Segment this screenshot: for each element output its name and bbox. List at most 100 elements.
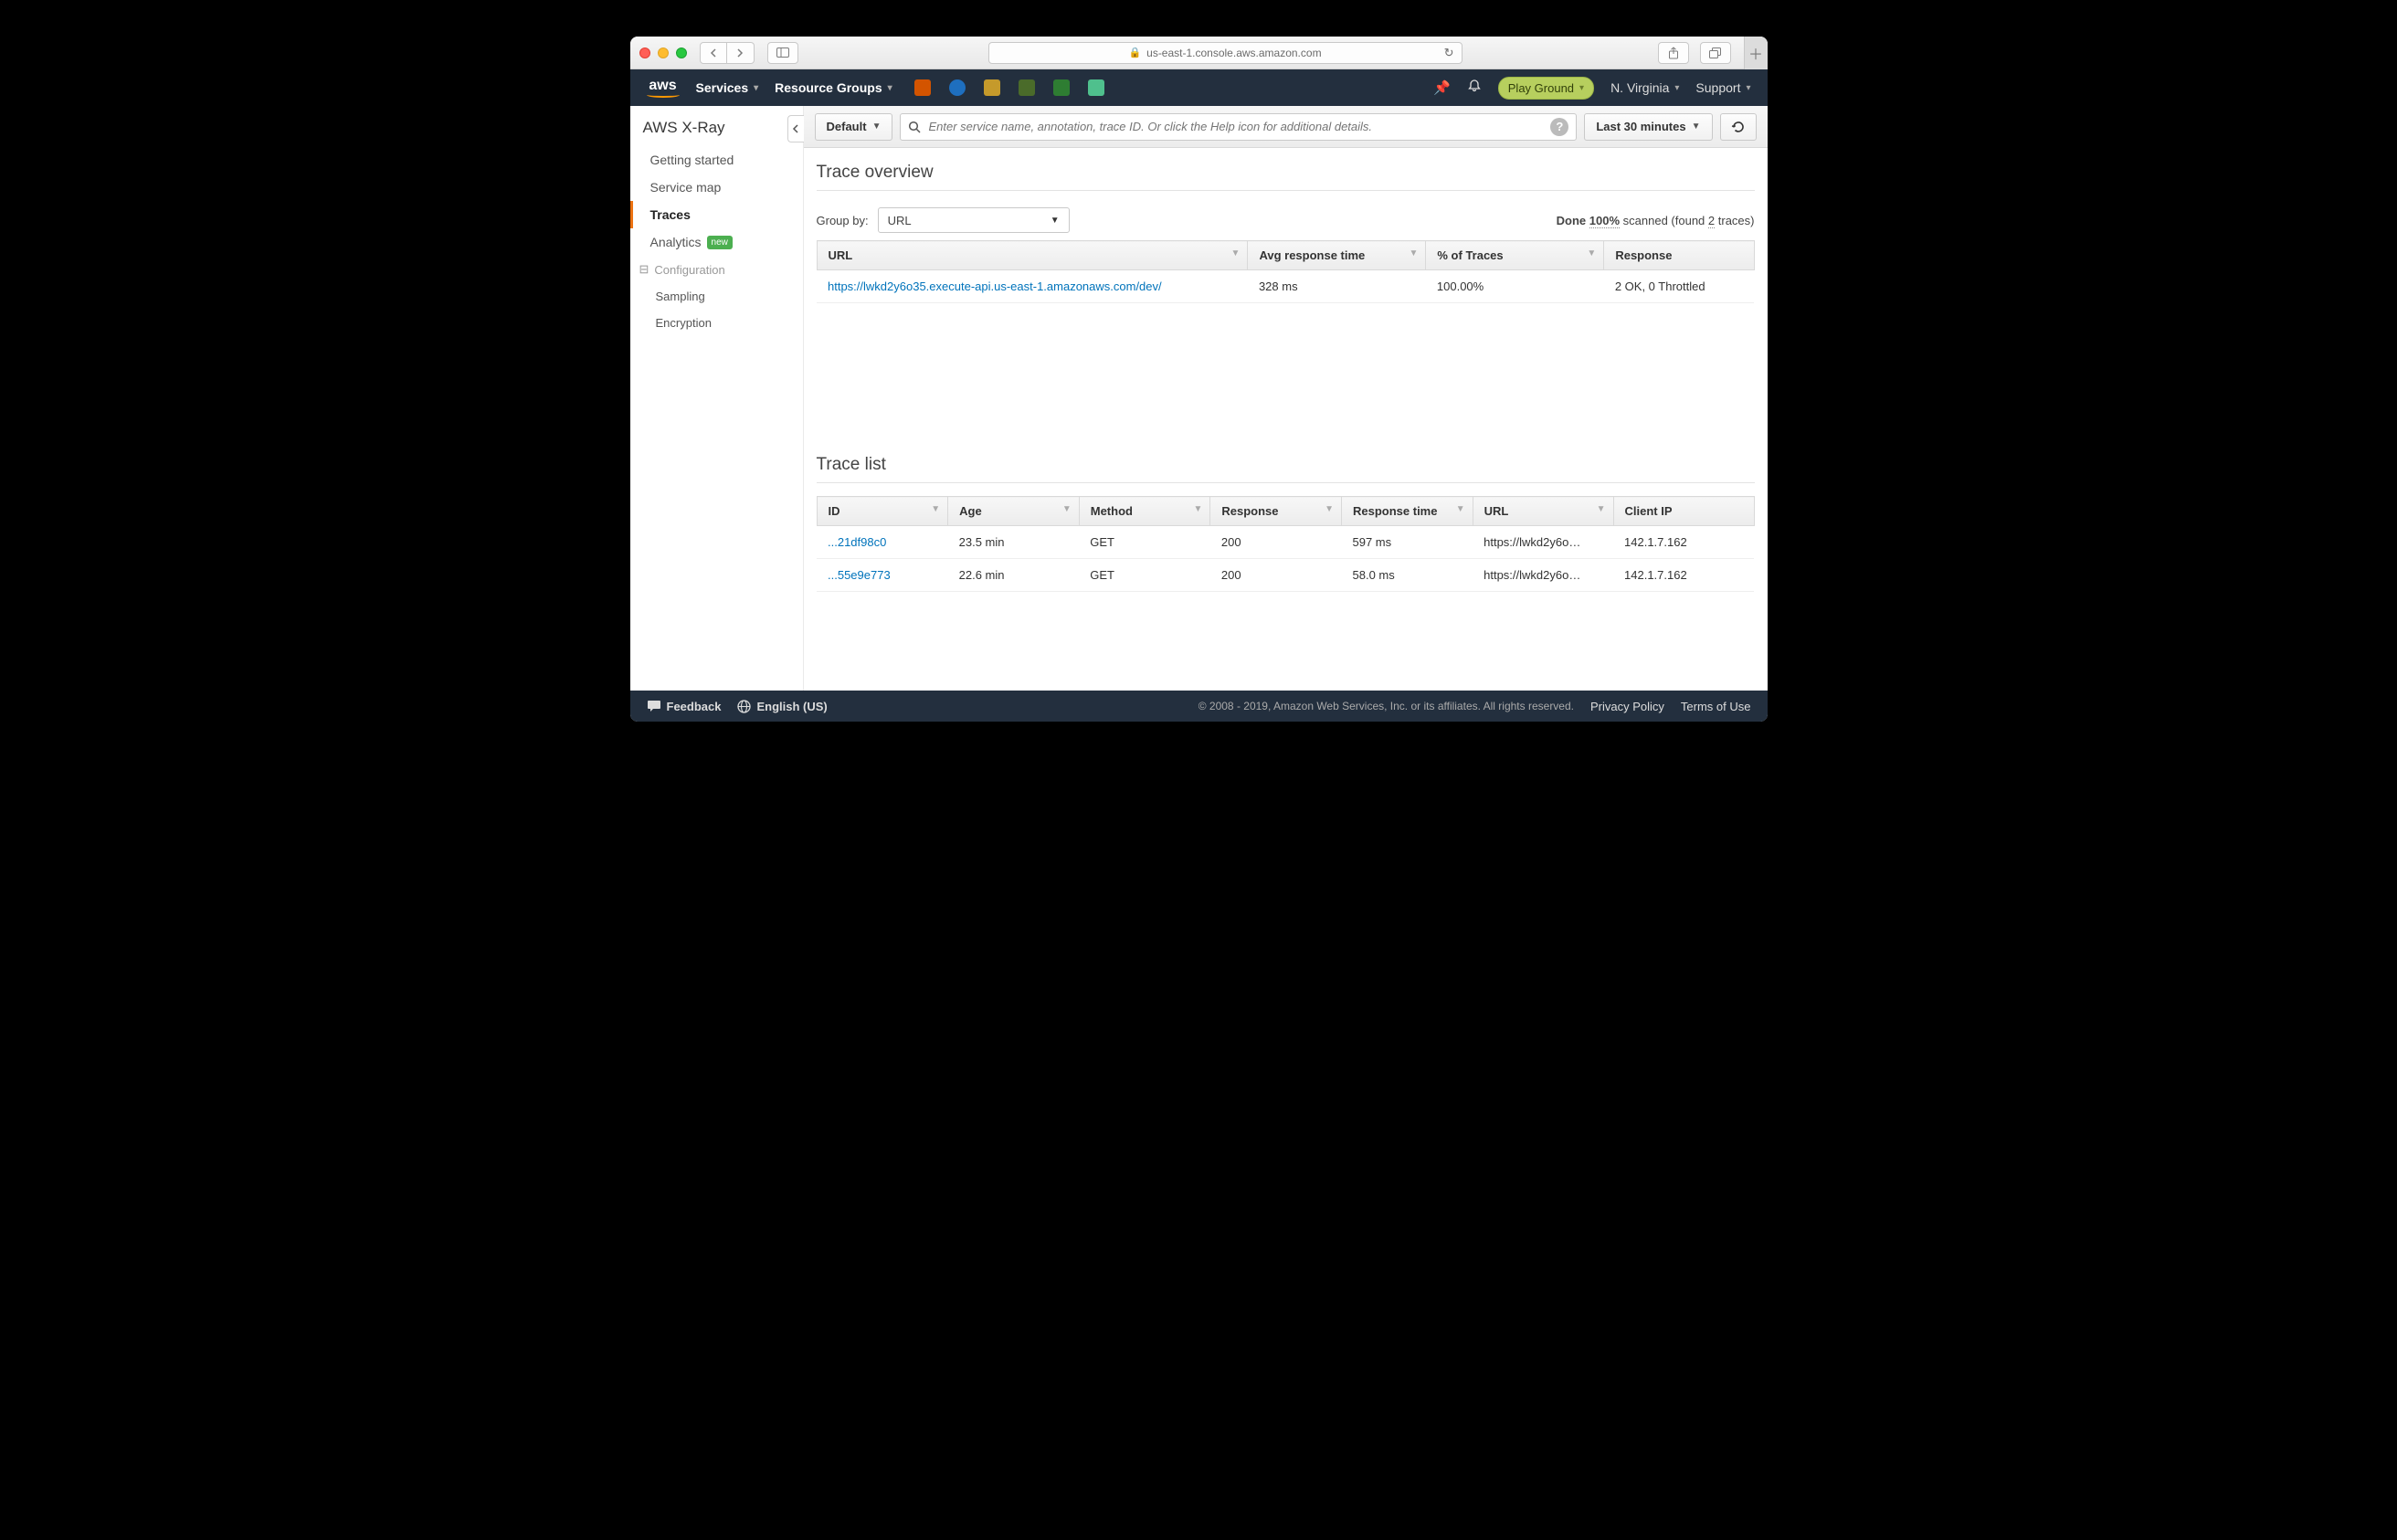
tabs-button[interactable] bbox=[1700, 42, 1731, 64]
aws-logo[interactable]: aws bbox=[647, 79, 680, 98]
feedback-link[interactable]: Feedback bbox=[647, 700, 722, 713]
reload-icon[interactable]: ↻ bbox=[1444, 46, 1454, 60]
col-age[interactable]: Age▼ bbox=[948, 497, 1080, 526]
sidebar-group-label: Configuration bbox=[654, 263, 724, 277]
address-bar[interactable]: 🔒 us-east-1.console.aws.amazon.com ↻ bbox=[988, 42, 1462, 64]
sidebar-item-label: Getting started bbox=[650, 153, 734, 167]
sidebar-item-getting-started[interactable]: Getting started bbox=[630, 146, 803, 174]
share-button[interactable] bbox=[1658, 42, 1689, 64]
sidebar-item-service-map[interactable]: Service map bbox=[630, 174, 803, 201]
col-label: Response time bbox=[1353, 504, 1437, 518]
cell-avg: 328 ms bbox=[1248, 270, 1426, 303]
sidebar-item-encryption[interactable]: Encryption bbox=[630, 310, 803, 336]
page-body: AWS X-Ray Getting started Service map Tr… bbox=[630, 106, 1768, 691]
filter-search[interactable]: ? bbox=[900, 113, 1577, 141]
language-selector[interactable]: English (US) bbox=[737, 700, 827, 713]
time-range-button[interactable]: Last 30 minutes ▼ bbox=[1584, 113, 1712, 141]
filter-search-input[interactable] bbox=[928, 120, 1543, 133]
sidebar-group-configuration[interactable]: ⊟ Configuration bbox=[630, 256, 803, 283]
col-label: URL bbox=[829, 248, 853, 262]
cell-age: 23.5 min bbox=[948, 526, 1080, 559]
overview-table: URL▼ Avg response time▼ % of Traces▼ Res… bbox=[817, 240, 1755, 303]
sidebar-item-label: Service map bbox=[650, 180, 722, 195]
table-row[interactable]: ...21df98c0 23.5 min GET 200 597 ms http… bbox=[817, 526, 1754, 559]
col-response[interactable]: Response bbox=[1604, 241, 1754, 270]
service-shortcut-icon[interactable] bbox=[1088, 79, 1104, 96]
col-url[interactable]: URL▼ bbox=[1473, 497, 1613, 526]
col-label: URL bbox=[1484, 504, 1509, 518]
trace-overview-title: Trace overview bbox=[817, 163, 1755, 191]
window-controls bbox=[639, 47, 687, 58]
region-menu[interactable]: N. Virginia ▾ bbox=[1610, 80, 1679, 95]
nav-resource-groups-label: Resource Groups bbox=[775, 80, 882, 95]
group-filter-button[interactable]: Default ▼ bbox=[815, 113, 893, 141]
fullscreen-window-button[interactable] bbox=[676, 47, 687, 58]
group-by-value: URL bbox=[888, 214, 912, 227]
back-button[interactable] bbox=[700, 42, 727, 64]
col-rt[interactable]: Response time ▼ bbox=[1342, 497, 1473, 526]
nav-services[interactable]: Services ▾ bbox=[696, 80, 759, 95]
col-url[interactable]: URL▼ bbox=[817, 241, 1248, 270]
aws-logo-text: aws bbox=[649, 79, 676, 93]
service-shortcut-icon[interactable] bbox=[1019, 79, 1035, 96]
privacy-link[interactable]: Privacy Policy bbox=[1590, 700, 1664, 713]
bell-icon[interactable] bbox=[1467, 79, 1482, 97]
sidebar-title: AWS X-Ray bbox=[630, 119, 803, 146]
col-avg[interactable]: Avg response time▼ bbox=[1248, 241, 1426, 270]
col-id[interactable]: ID▼ bbox=[817, 497, 948, 526]
refresh-button[interactable] bbox=[1720, 113, 1757, 141]
col-label: ID bbox=[829, 504, 840, 518]
sidebar-toggle-button[interactable] bbox=[767, 42, 798, 64]
group-by-label: Group by: bbox=[817, 214, 869, 227]
tabs-icon bbox=[1709, 47, 1722, 58]
pinned-services bbox=[914, 79, 1104, 96]
cell-method: GET bbox=[1079, 526, 1210, 559]
service-shortcut-icon[interactable] bbox=[984, 79, 1000, 96]
cell-ip: 142.1.7.162 bbox=[1613, 559, 1754, 592]
nav-resource-groups[interactable]: Resource Groups ▾ bbox=[775, 80, 892, 95]
trace-id-link[interactable]: ...55e9e773 bbox=[828, 568, 891, 582]
sidebar-item-label: Analytics bbox=[650, 235, 702, 249]
caret-down-icon: ▼ bbox=[872, 121, 882, 132]
service-shortcut-icon[interactable] bbox=[1053, 79, 1070, 96]
cell-rt: 58.0 ms bbox=[1342, 559, 1473, 592]
account-name: Play Ground bbox=[1508, 81, 1574, 95]
sidebar-collapse-button[interactable] bbox=[787, 115, 804, 142]
new-tab-button[interactable]: ＋ bbox=[1744, 37, 1768, 69]
trace-id-link[interactable]: ...21df98c0 bbox=[828, 535, 886, 549]
account-menu[interactable]: Play Ground ▾ bbox=[1498, 77, 1594, 100]
cell-age: 22.6 min bbox=[948, 559, 1080, 592]
overview-url-link[interactable]: https://lwkd2y6o35.execute-api.us-east-1… bbox=[828, 280, 1162, 293]
minimize-window-button[interactable] bbox=[658, 47, 669, 58]
sidebar-item-label: Traces bbox=[650, 207, 691, 222]
terms-link[interactable]: Terms of Use bbox=[1681, 700, 1751, 713]
copyright-text: © 2008 - 2019, Amazon Web Services, Inc.… bbox=[1198, 700, 1574, 712]
col-label: % of Traces bbox=[1437, 248, 1503, 262]
trace-list-section: Trace list bbox=[804, 440, 1768, 487]
col-pct[interactable]: % of Traces▼ bbox=[1426, 241, 1604, 270]
sort-icon: ▼ bbox=[1456, 504, 1465, 514]
cell-ip: 142.1.7.162 bbox=[1613, 526, 1754, 559]
support-menu[interactable]: Support ▾ bbox=[1695, 80, 1750, 95]
group-by-select[interactable]: URL ▼ bbox=[878, 207, 1070, 233]
col-ip[interactable]: Client IP bbox=[1613, 497, 1754, 526]
service-shortcut-icon[interactable] bbox=[949, 79, 966, 96]
help-icon[interactable]: ? bbox=[1550, 118, 1568, 136]
cell-url: https://lwkd2y6o… bbox=[1473, 559, 1613, 592]
table-row[interactable]: https://lwkd2y6o35.execute-api.us-east-1… bbox=[817, 270, 1754, 303]
forward-button[interactable] bbox=[727, 42, 755, 64]
sidebar-item-analytics[interactable]: Analytics new bbox=[630, 228, 803, 256]
browser-window: 🔒 us-east-1.console.aws.amazon.com ↻ ＋ a… bbox=[630, 37, 1768, 722]
new-badge: new bbox=[707, 236, 733, 249]
col-method[interactable]: Method▼ bbox=[1079, 497, 1210, 526]
col-label: Age bbox=[959, 504, 982, 518]
sidebar-item-traces[interactable]: Traces bbox=[630, 201, 803, 228]
service-shortcut-icon[interactable] bbox=[914, 79, 931, 96]
col-label: Method bbox=[1091, 504, 1133, 518]
scan-count: 2 bbox=[1708, 214, 1715, 228]
col-response[interactable]: Response▼ bbox=[1210, 497, 1342, 526]
pin-icon[interactable]: 📌 bbox=[1433, 79, 1451, 96]
close-window-button[interactable] bbox=[639, 47, 650, 58]
sidebar-item-sampling[interactable]: Sampling bbox=[630, 283, 803, 310]
table-row[interactable]: ...55e9e773 22.6 min GET 200 58.0 ms htt… bbox=[817, 559, 1754, 592]
